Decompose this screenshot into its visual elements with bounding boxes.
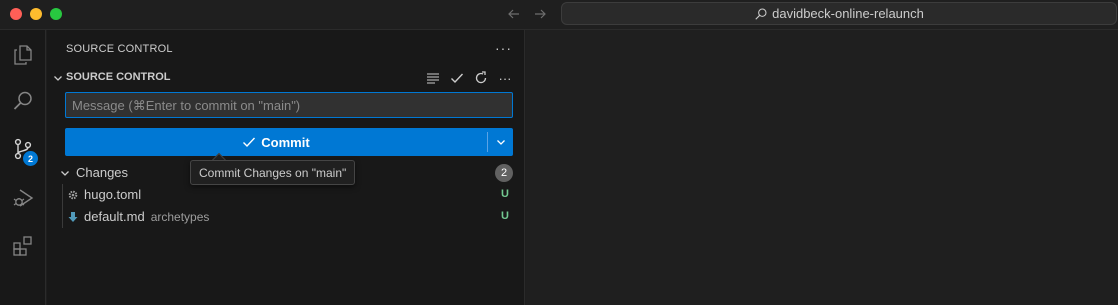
more-actions-icon[interactable]: ··· (495, 40, 512, 56)
source-control-sidebar: SOURCE CONTROL ··· SOURCE CONTROL ··· Co… (47, 30, 525, 305)
check-icon (242, 135, 256, 149)
commit-tooltip: Commit Changes on "main" (190, 160, 356, 185)
title-bar: davidbeck-online-relaunch (0, 0, 1118, 30)
scm-badge: 2 (23, 151, 38, 166)
more-actions-icon[interactable]: ··· (497, 70, 513, 86)
untracked-status: U (501, 210, 509, 222)
source-control-icon[interactable]: 2 (0, 126, 46, 172)
commit-dropdown-button[interactable] (488, 128, 513, 156)
untracked-status: U (501, 188, 509, 200)
sidebar-title: SOURCE CONTROL (66, 43, 173, 55)
commit-button-group: Commit (65, 128, 513, 156)
workspace-name: davidbeck-online-relaunch (772, 6, 924, 21)
close-window-button[interactable] (10, 8, 22, 20)
section-actions: ··· (425, 70, 513, 86)
section-title: SOURCE CONTROL (66, 71, 171, 83)
source-control-section-header[interactable]: SOURCE CONTROL ··· (47, 67, 525, 89)
changed-file-row[interactable]: hugo.toml U (47, 184, 525, 206)
maximize-window-button[interactable] (50, 8, 62, 20)
file-directory: archetypes (150, 210, 210, 224)
changes-label: Changes (76, 165, 129, 180)
forward-arrow-icon[interactable] (530, 4, 550, 24)
commit-message-input[interactable] (65, 92, 513, 118)
chevron-down-icon (51, 71, 65, 85)
changed-file-row[interactable]: default.md archetypes U (47, 206, 525, 228)
markdown-icon (66, 210, 80, 224)
run-debug-icon[interactable] (0, 175, 46, 221)
search-icon[interactable] (0, 78, 46, 124)
commit-button[interactable]: Commit (65, 128, 487, 156)
back-arrow-icon[interactable] (504, 4, 524, 24)
commit-button-label: Commit (261, 134, 310, 150)
file-name: default.md archetypes (84, 209, 210, 224)
search-icon (754, 7, 768, 21)
gear-icon (66, 188, 80, 202)
chevron-down-icon (58, 166, 72, 180)
editor-area (526, 30, 1118, 305)
extensions-icon[interactable] (0, 223, 46, 269)
commit-check-icon[interactable] (449, 70, 465, 86)
refresh-icon[interactable] (473, 70, 489, 86)
explorer-icon[interactable] (0, 32, 46, 78)
view-as-list-icon[interactable] (425, 70, 441, 86)
minimize-window-button[interactable] (30, 8, 42, 20)
file-name: hugo.toml (84, 187, 142, 202)
activity-bar: 2 (0, 30, 46, 305)
changes-count-badge: 2 (495, 164, 513, 182)
command-center-search[interactable]: davidbeck-online-relaunch (561, 2, 1117, 25)
chevron-down-icon (496, 140, 505, 145)
